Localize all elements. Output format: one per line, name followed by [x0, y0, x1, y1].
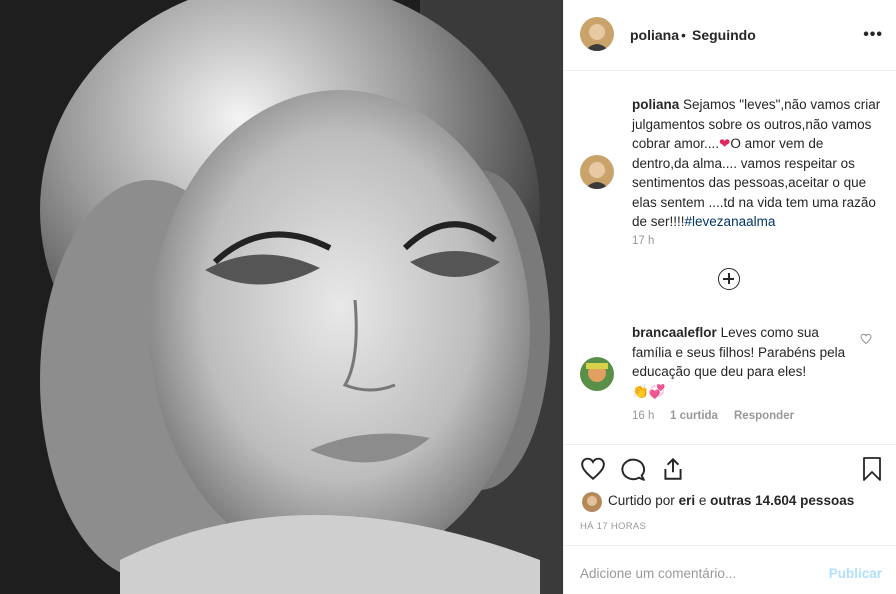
- post-date[interactable]: HÁ 17 HORAS: [580, 521, 646, 532]
- comment-reply-button[interactable]: Responder: [734, 410, 794, 422]
- likes-summary: Curtido por eri e outras 14.604 pessoas: [608, 493, 854, 508]
- caption-author-avatar[interactable]: [580, 155, 614, 189]
- author-username[interactable]: poliana: [630, 27, 679, 43]
- commenter-avatar[interactable]: [580, 357, 614, 391]
- comment-likes[interactable]: 1 curtida: [670, 410, 718, 422]
- following-button[interactable]: Seguindo: [692, 27, 756, 43]
- liker-avatar[interactable]: [582, 492, 602, 512]
- likes-prefix: Curtido por: [608, 493, 675, 508]
- publish-button[interactable]: Publicar: [829, 566, 882, 581]
- caption-username[interactable]: poliana: [632, 97, 679, 112]
- post-caption: poliana Sejamos "leves",não vamos criar …: [632, 95, 882, 232]
- comment-item: brancaaleflor Leves como sua família e s…: [632, 323, 854, 401]
- likes-others[interactable]: outras 14.604 pessoas: [710, 493, 854, 508]
- likes-user[interactable]: eri: [679, 493, 696, 508]
- heart-icon[interactable]: [580, 456, 606, 482]
- comment-icon[interactable]: [620, 456, 646, 482]
- more-icon[interactable]: •••: [863, 26, 883, 44]
- comment-time[interactable]: 16 h: [632, 410, 654, 422]
- bookmark-icon[interactable]: [860, 456, 884, 482]
- commenter-username[interactable]: brancaaleflor: [632, 325, 717, 340]
- load-more-comments-icon[interactable]: [718, 268, 740, 290]
- comment-bar: Adicione um comentário... Publicar: [564, 545, 896, 594]
- clapping-emoji: 👏: [632, 383, 649, 399]
- actions-divider: [564, 444, 896, 446]
- author-avatar[interactable]: [580, 17, 614, 51]
- hearts-emoji: 💞: [648, 383, 666, 399]
- comment-input[interactable]: Adicione um comentário...: [580, 566, 736, 581]
- comment-like-heart-icon[interactable]: [860, 333, 872, 345]
- post-header: poliana • Seguindo •••: [564, 0, 896, 71]
- caption-time[interactable]: 17 h: [632, 235, 654, 247]
- red-heart-emoji: ❤: [719, 136, 731, 151]
- post-details-panel: poliana • Seguindo ••• poliana Sejamos "…: [563, 0, 896, 594]
- hashtag-link[interactable]: #levezanaalma: [685, 214, 776, 229]
- share-icon[interactable]: [660, 456, 686, 482]
- header-separator: •: [681, 27, 686, 43]
- portrait-image: [0, 0, 563, 594]
- post-photo[interactable]: [0, 0, 563, 594]
- likes-connector: e: [698, 493, 707, 508]
